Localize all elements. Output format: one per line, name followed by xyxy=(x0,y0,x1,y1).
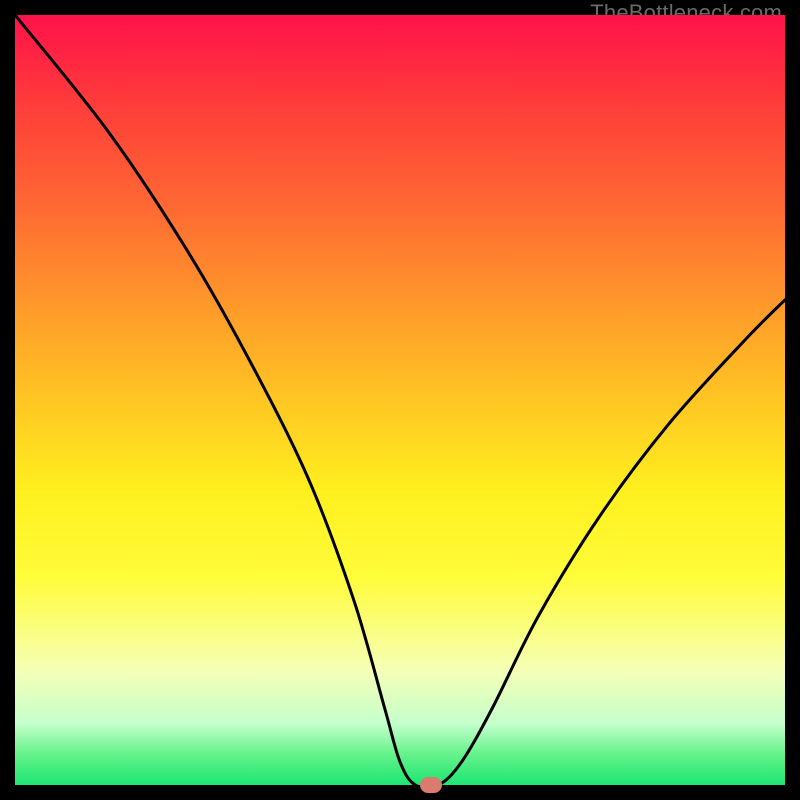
chart-container: TheBottleneck.com xyxy=(0,0,800,800)
minimum-marker xyxy=(420,777,442,793)
curve-svg xyxy=(15,15,785,785)
curve-path xyxy=(15,15,785,785)
plot-area xyxy=(15,15,785,785)
